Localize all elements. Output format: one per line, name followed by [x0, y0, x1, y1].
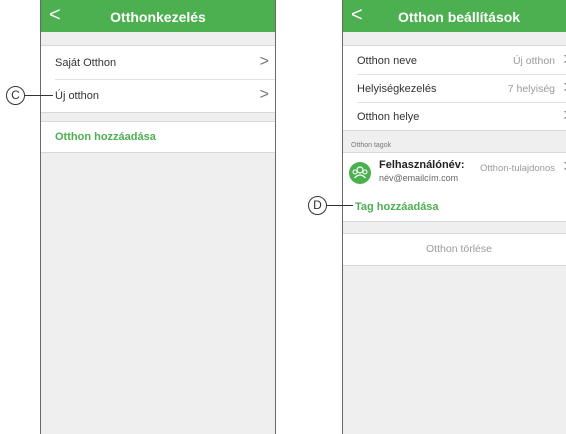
callout-line [327, 205, 353, 206]
callout-line [25, 95, 53, 96]
member-row[interactable]: Felhasználónév: név@emailcím.com Otthon-… [343, 153, 566, 193]
callout-d: D [308, 196, 327, 215]
setting-home-name[interactable]: Otthon neve Új otthon > [343, 46, 566, 74]
chevron-right-icon: > [259, 53, 269, 70]
setting-label: Otthon helye [357, 111, 420, 123]
add-home-label: Otthon hozzáadása [55, 131, 156, 143]
users-group-icon [352, 166, 368, 179]
settings-list: Otthon neve Új otthon > Helyiségkezelés … [343, 45, 566, 131]
home-management-screen: < Otthonkezelés Saját Otthon > Új otthon… [40, 0, 276, 434]
delete-home-label: Otthon törlése [426, 243, 492, 255]
add-member-button[interactable]: Tag hozzáadása [343, 194, 566, 220]
delete-home-button[interactable]: Otthon törlése [343, 233, 566, 266]
avatar [349, 162, 371, 184]
member-name: Felhasználónév: [379, 159, 465, 171]
setting-label: Helyiségkezelés [357, 83, 437, 95]
section-header-members: Otthon tagok [351, 142, 392, 149]
member-role: Otthon-tulajdonos [480, 163, 555, 174]
homes-list: Saját Otthon > Új otthon > [41, 45, 275, 113]
setting-room-management[interactable]: Helyiségkezelés 7 helyiség > [343, 75, 566, 102]
home-item-label: Új otthon [55, 90, 100, 102]
add-member-label: Tag hozzáadása [355, 201, 439, 213]
setting-value: 7 helyiség [507, 83, 555, 95]
setting-label: Otthon neve [357, 55, 417, 67]
home-item-own[interactable]: Saját Otthon > [41, 46, 275, 79]
members-card: Felhasználónév: név@emailcím.com Otthon-… [343, 152, 566, 222]
header-bar: < Otthonkezelés [41, 0, 275, 32]
member-email: név@emailcím.com [379, 173, 459, 183]
add-home-button[interactable]: Otthon hozzáadása [41, 121, 275, 153]
page-title: Otthonkezelés [110, 9, 206, 25]
home-item-new[interactable]: Új otthon > [41, 80, 275, 112]
callout-c: C [6, 86, 25, 105]
home-item-label: Saját Otthon [55, 57, 117, 69]
setting-home-location[interactable]: Otthon helye > [343, 103, 566, 130]
home-settings-screen: < Otthon beállítások Otthon neve Új otth… [342, 0, 566, 434]
header-bar: < Otthon beállítások [343, 0, 566, 32]
page-title: Otthon beállítások [397, 9, 521, 25]
chevron-right-icon: > [259, 86, 269, 103]
setting-value: Új otthon [512, 55, 555, 67]
